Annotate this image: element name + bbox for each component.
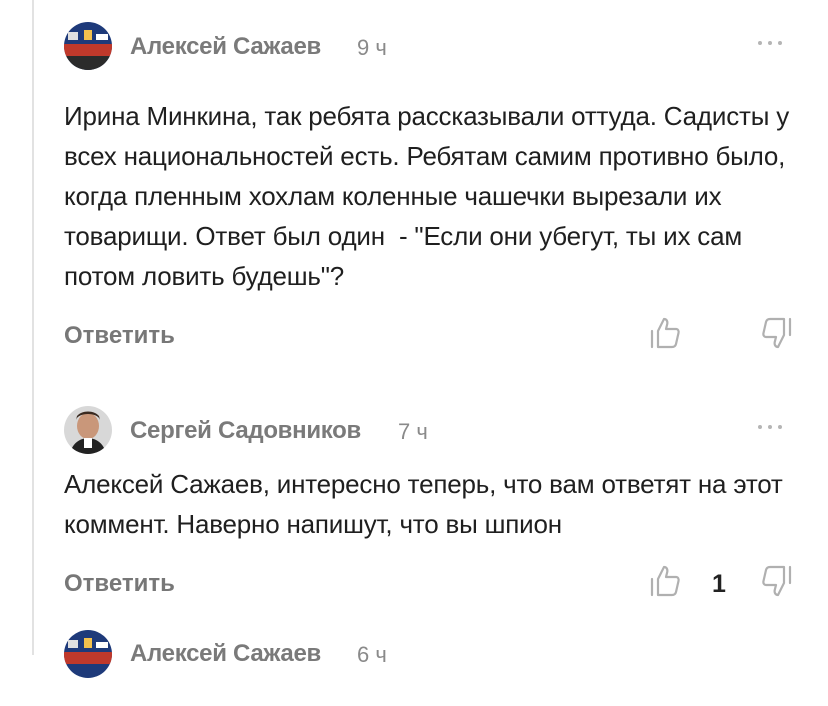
comment-time: 6 ч (357, 642, 387, 667)
comment-header: Алексей Сажаев 6 ч (64, 610, 794, 706)
thumbs-down-icon[interactable] (760, 316, 794, 350)
likes-count: 1 (712, 570, 726, 598)
comment-text: Ирина Минкина, так ребята рассказывали о… (64, 101, 797, 291)
thumbs-up-icon[interactable] (648, 564, 682, 598)
comment: Сергей Садовников 7 ч Алексей Сажаев, ин… (64, 384, 794, 620)
comment-text: Алексей Сажаев, интересно теперь, что ва… (64, 469, 790, 539)
comment-header: Алексей Сажаев 9 ч (64, 0, 794, 96)
avatar[interactable] (64, 406, 112, 454)
comment-time: 7 ч (398, 419, 428, 444)
thread-line (32, 0, 34, 655)
reply-button[interactable]: Ответить (64, 570, 175, 598)
more-dots-icon[interactable] (758, 38, 788, 48)
author-name[interactable]: Алексей Сажаев (130, 640, 321, 668)
avatar[interactable] (64, 22, 112, 70)
thumbs-down-icon[interactable] (760, 564, 794, 598)
comment: Алексей Сажаев 9 ч Ирина Минкина, так ре… (64, 0, 794, 372)
reply-button[interactable]: Ответить (64, 322, 175, 350)
comment-actions: Ответить (64, 312, 794, 372)
avatar[interactable] (64, 630, 112, 678)
author-name[interactable]: Сергей Садовников (130, 417, 361, 445)
comment-time: 9 ч (357, 35, 387, 60)
comment-header: Сергей Садовников 7 ч (64, 384, 794, 464)
comment: Алексей Сажаев 6 ч (64, 610, 794, 706)
author-name[interactable]: Алексей Сажаев (130, 33, 321, 61)
more-dots-icon[interactable] (758, 422, 788, 432)
thumbs-up-icon[interactable] (648, 316, 682, 350)
